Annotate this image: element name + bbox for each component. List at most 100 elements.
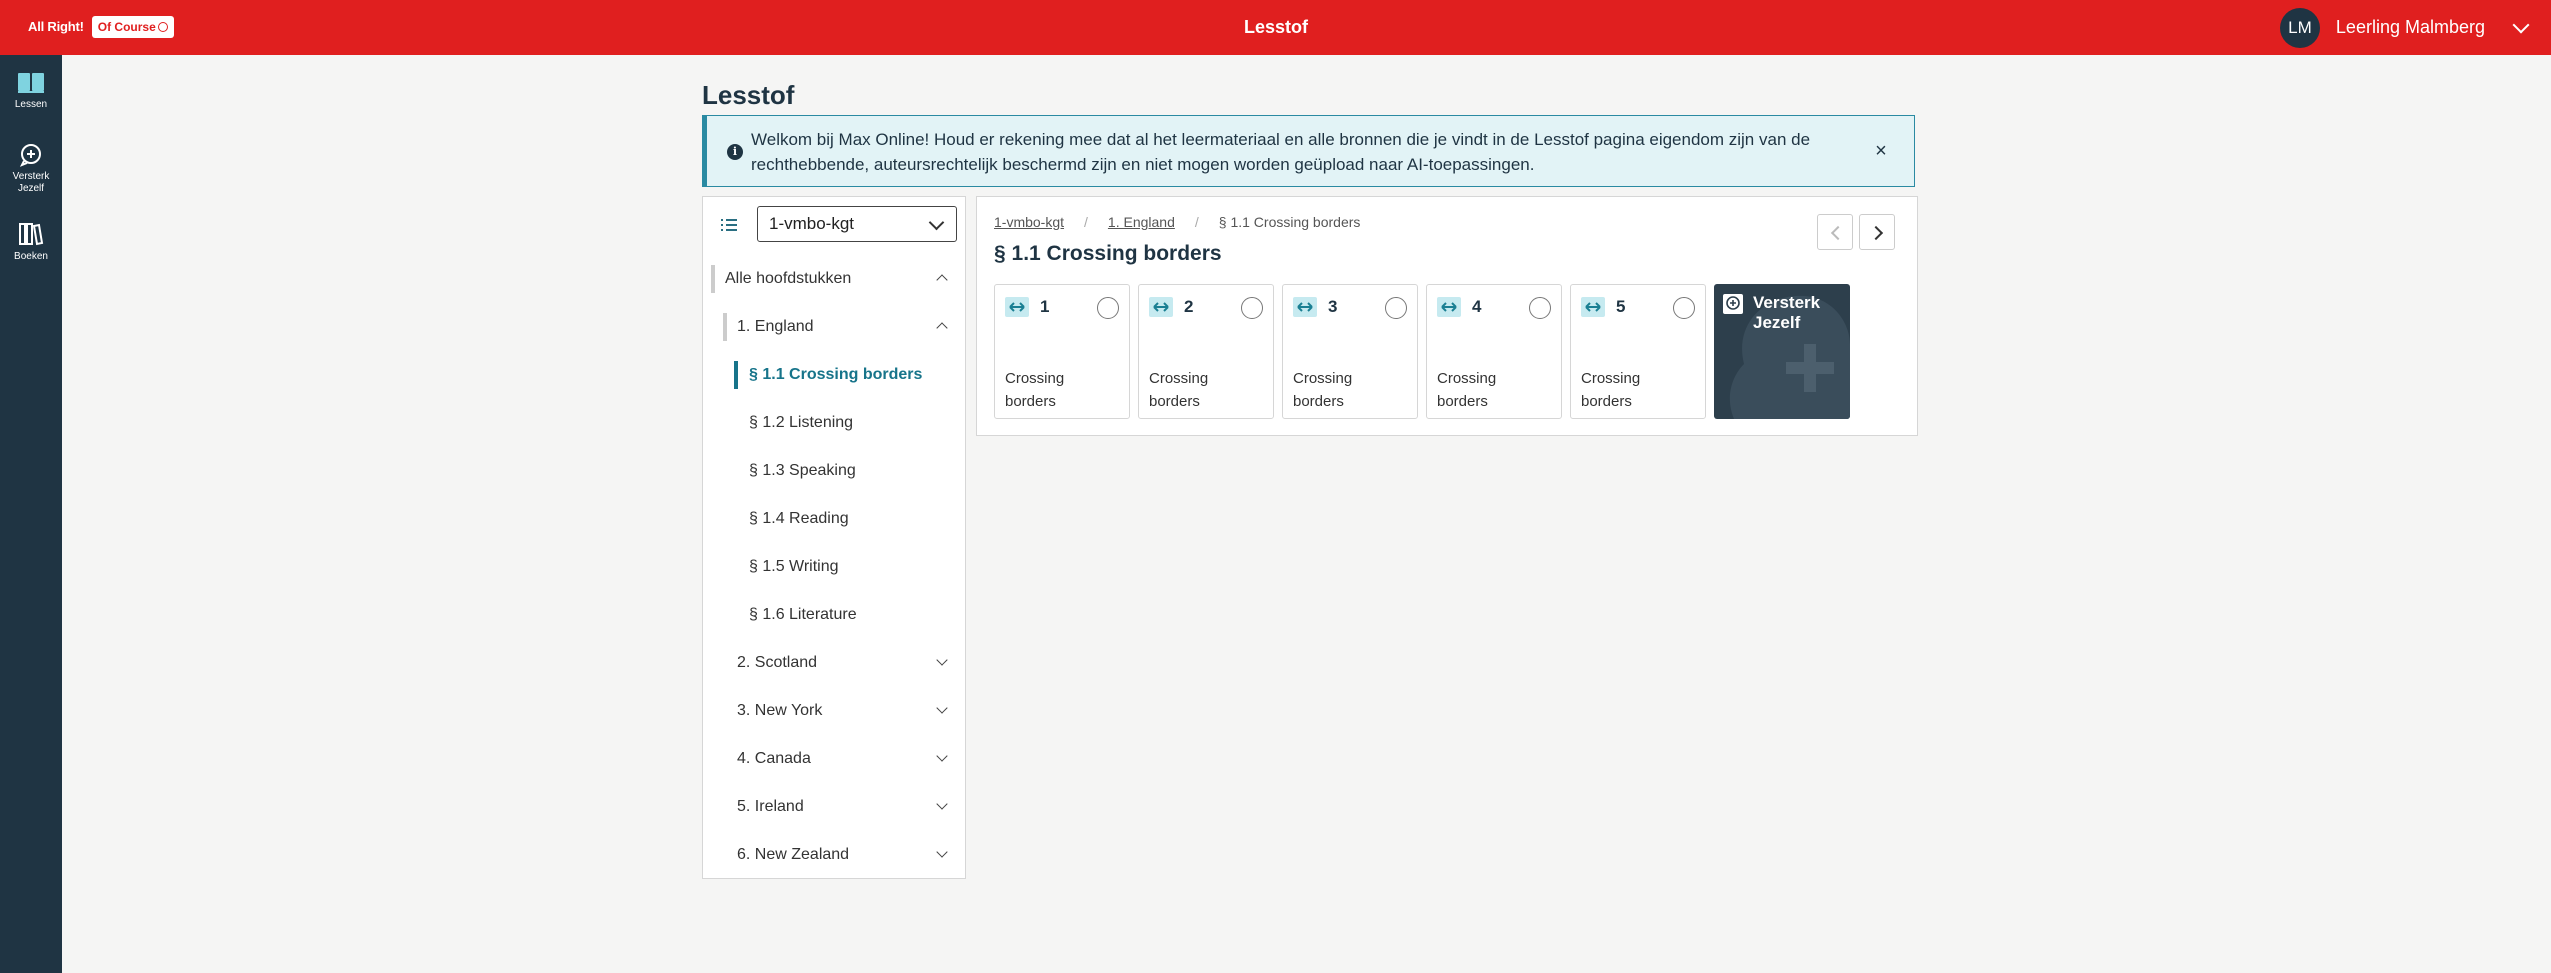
left-rail: Lessen Versterk Jezelf Boeken	[0, 55, 62, 973]
section-label: § 1.2 Listening	[749, 414, 854, 431]
section-content-panel: 1-vmbo-kgt / 1. England / § 1.1 Crossing bor…	[976, 196, 1918, 436]
logo[interactable]: All Right! Of Course	[28, 14, 174, 39]
close-icon[interactable]: ×	[1870, 140, 1892, 162]
section-item-1-5[interactable]: § 1.5 Writing	[703, 547, 965, 587]
lesson-card[interactable]: 3 Crossing borders	[1282, 284, 1418, 419]
rail-item-versterk-jezelf[interactable]: Versterk Jezelf	[0, 143, 62, 195]
all-chapters-toggle[interactable]: Alle hoofdstukken	[703, 259, 965, 299]
lesson-number: 4	[1472, 297, 1482, 316]
completion-radio[interactable]	[1241, 297, 1263, 319]
versterk-jezelf-card[interactable]: Versterk Jezelf	[1714, 284, 1850, 419]
chevron-down-icon	[2512, 16, 2530, 33]
chapter-label: 3. New York	[737, 702, 823, 719]
chevron-right-icon	[1868, 225, 1884, 241]
chapter-item-england[interactable]: 1. England	[703, 307, 965, 347]
completion-radio[interactable]	[1097, 297, 1119, 319]
completion-radio[interactable]	[1529, 297, 1551, 319]
completion-radio[interactable]	[1385, 297, 1407, 319]
lesson-card[interactable]: 2 Crossing borders	[1138, 284, 1274, 419]
section-label: § 1.4 Reading	[749, 510, 849, 527]
method-select[interactable]: 1-vmbo-kgt	[757, 206, 957, 242]
chevron-up-icon	[936, 274, 948, 286]
lesson-type-icon	[1005, 297, 1029, 317]
rail-item-lessen[interactable]: Lessen	[0, 71, 62, 110]
chapter-label: 1. England	[737, 318, 814, 335]
lesson-card[interactable]: 1 Crossing borders	[994, 284, 1130, 419]
section-title: § 1.1 Crossing borders	[994, 242, 1222, 265]
lesson-type-icon	[1437, 297, 1461, 317]
breadcrumb-current: § 1.1 Crossing borders	[1218, 214, 1361, 230]
lesson-number: 2	[1184, 297, 1194, 316]
section-item-1-3[interactable]: § 1.3 Speaking	[703, 451, 965, 491]
rail-item-label: Versterk Jezelf	[12, 171, 50, 194]
list-icon[interactable]	[721, 219, 737, 233]
section-item-1-4[interactable]: § 1.4 Reading	[703, 499, 965, 539]
rail-item-label: Boeken	[14, 251, 48, 262]
breadcrumb-link-method[interactable]: 1-vmbo-kgt	[994, 214, 1064, 230]
chapter-label: 4. Canada	[737, 750, 811, 767]
top-bar: All Right! Of Course Lesstof LM Leerling…	[0, 0, 2551, 55]
chapter-item-canada[interactable]: 4. Canada	[703, 739, 965, 779]
previous-section-button[interactable]	[1817, 214, 1853, 250]
lesson-title: Crossing borders	[1293, 370, 1353, 410]
chapter-label: 5. Ireland	[737, 798, 804, 815]
lesson-title: Crossing borders	[1149, 370, 1209, 410]
user-name: Leerling Malmberg	[2335, 17, 2485, 37]
lesson-title: Crossing borders	[1581, 370, 1641, 410]
next-section-button[interactable]	[1859, 214, 1895, 250]
lesson-type-icon	[1581, 297, 1605, 317]
logo-text-primary: All Right!	[28, 19, 84, 34]
chapter-item-ireland[interactable]: 5. Ireland	[703, 787, 965, 827]
all-chapters-label: Alle hoofdstukken	[725, 270, 852, 287]
chapter-label: 6. New Zealand	[737, 846, 850, 863]
lesson-card[interactable]: 5 Crossing borders	[1570, 284, 1706, 419]
books-icon	[19, 223, 44, 246]
lesson-card[interactable]: 4 Crossing borders	[1426, 284, 1562, 419]
book-open-icon	[18, 73, 44, 93]
lesson-type-icon	[1149, 297, 1173, 317]
lesson-number: 1	[1040, 297, 1050, 316]
lesson-number: 5	[1616, 297, 1626, 316]
completion-radio[interactable]	[1673, 297, 1695, 319]
chevron-down-icon	[936, 846, 948, 858]
lesson-type-icon	[1293, 297, 1317, 317]
app-title: Lesstof	[1243, 17, 1308, 37]
method-select-value: 1-vmbo-kgt	[769, 214, 855, 233]
versterk-jezelf-icon	[1723, 294, 1743, 314]
rail-item-boeken[interactable]: Boeken	[0, 221, 62, 262]
chapter-item-scotland[interactable]: 2. Scotland	[703, 643, 965, 683]
section-item-1-6[interactable]: § 1.6 Literature	[703, 595, 965, 635]
chapter-item-new-zealand[interactable]: 6. New Zealand	[703, 835, 965, 875]
chevron-down-icon	[936, 654, 948, 666]
section-label: § 1.3 Speaking	[749, 462, 856, 479]
logo-text-badge: Of Course	[91, 15, 174, 38]
info-icon: i	[727, 144, 743, 160]
chapter-label: 2. Scotland	[737, 654, 818, 671]
section-item-1-1[interactable]: § 1.1 Crossing borders	[703, 355, 965, 395]
chevron-down-icon	[936, 750, 948, 762]
breadcrumb-link-chapter[interactable]: 1. England	[1108, 214, 1175, 230]
breadcrumb: 1-vmbo-kgt / 1. England / § 1.1 Crossing bor…	[994, 214, 1360, 230]
banner-text: Welkom bij Max Online! Houd er rekening …	[751, 130, 1811, 174]
section-label: § 1.6 Literature	[749, 606, 857, 623]
page-title: Lesstof	[702, 80, 795, 110]
plus-bubble-icon	[19, 144, 41, 167]
chevron-left-icon	[1830, 225, 1846, 241]
chevron-up-icon	[936, 322, 948, 334]
lesson-title: Crossing borders	[1437, 370, 1497, 410]
breadcrumb-separator: /	[1194, 214, 1199, 230]
section-label: § 1.5 Writing	[749, 558, 839, 575]
chapter-item-new-york[interactable]: 3. New York	[703, 691, 965, 731]
avatar: LM	[2279, 7, 2320, 48]
user-menu[interactable]: LM Leerling Malmberg	[2279, 0, 2551, 55]
lesson-number: 3	[1328, 297, 1338, 316]
logo-badge-label: Of Course	[97, 19, 156, 34]
section-item-1-2[interactable]: § 1.2 Listening	[703, 403, 965, 443]
logo-circle-icon	[157, 21, 168, 32]
chevron-down-icon	[936, 702, 948, 714]
breadcrumb-separator: /	[1084, 214, 1088, 230]
chevron-down-icon	[936, 798, 948, 810]
lesson-title: Crossing borders	[1005, 370, 1065, 410]
versterk-jezelf-title: Versterk Jezelf	[1753, 293, 1821, 332]
info-banner: i Welkom bij Max Online! Houd er rekenin…	[702, 115, 1915, 187]
